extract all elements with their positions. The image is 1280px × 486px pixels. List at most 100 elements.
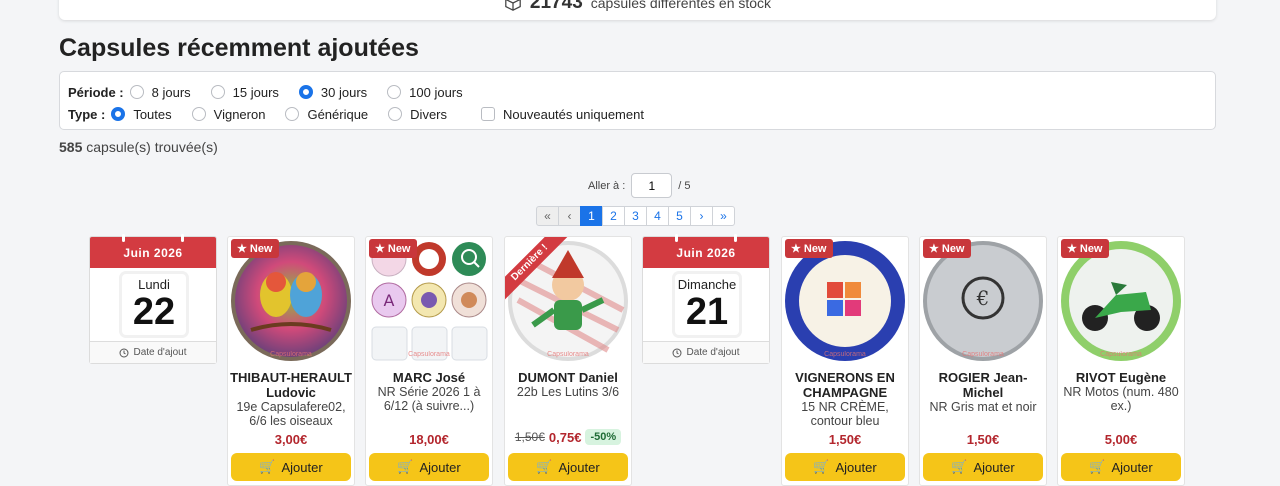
option-label: Toutes [133,106,172,122]
page-first[interactable]: « [536,206,559,226]
producer-name[interactable]: VIGNERONS EN CHAMPAGNE [784,370,906,400]
page-title: Capsules récemment ajoutées [59,34,419,62]
box-icon [505,0,521,11]
price: 1,50€ [828,432,862,447]
producer-name[interactable]: THIBAUT-HERAULT Ludovic [230,370,352,400]
radio-icon[interactable] [191,107,206,121]
clock-icon [672,348,682,357]
results-text: capsule(s) trouvée(s) [86,139,218,155]
option-label: 100 jours [409,84,463,100]
add-to-cart-button[interactable]: 🛒 Ajouter [508,453,628,481]
radio-selected-icon[interactable] [298,85,313,99]
type-option-toutes[interactable]: Toutes [111,106,172,122]
price: 1,50€ [966,432,1000,447]
badge-label: New [803,242,827,255]
checkbox-icon[interactable] [481,107,496,121]
results-count: 585 capsule(s) trouvée(s) [59,139,218,155]
nouveautes-checkbox[interactable]: Nouveautés uniquement [481,107,644,122]
zoom-icon[interactable] [454,242,486,274]
product-card[interactable]: Dernière ! Capsulorama DUMONT Daniel 22b… [504,236,632,486]
type-option-divers[interactable]: Divers [388,107,447,122]
price: 5,00€ [1104,432,1138,447]
badge-label: New [1079,242,1103,255]
capsule-description: NR Motos (num. 480 ex.) [1063,385,1179,413]
cart-icon: 🛒 [397,459,414,474]
product-card[interactable]: ★ New Capsulorama VIGNERONS EN CHAMPAGNE … [781,236,909,486]
watermark: Capsulorama [1100,351,1142,358]
cart-icon: 🛒 [536,459,553,474]
option-label: 15 jours [232,84,279,100]
new-badge: ★ New [369,239,417,258]
old-price: 1,50€ [514,430,545,444]
calendar-dayname: Lundi [138,277,170,292]
page-4[interactable]: 4 [646,206,669,226]
new-badge: ★ New [923,239,971,258]
page-prev[interactable]: ‹ [558,206,581,226]
cart-icon: 🛒 [259,459,276,474]
type-row: Type : Toutes Vigneron Générique Divers … [68,104,1207,124]
button-label: Ajouter [558,459,600,475]
product-card[interactable]: ★ New Capsulorama THIBAUT-HERAULT Ludovic… [227,236,355,486]
radio-icon[interactable] [387,85,402,99]
capsule-image[interactable]: Capsulorama [785,240,905,362]
add-to-cart-button[interactable]: 🛒 Ajouter [785,453,905,481]
product-card[interactable]: ★ New € Capsulorama ROGIER Jean-Michel NR… [919,236,1047,486]
badge-label: New [387,242,411,255]
star-icon: ★ [375,243,385,255]
option-label: Générique [307,106,369,122]
svg-text:€: € [976,286,990,310]
star-icon: ★ [929,243,939,255]
radio-icon[interactable] [129,85,144,99]
page-last[interactable]: » [712,206,735,226]
producer-name[interactable]: MARC José [368,370,490,385]
button-label: Ajouter [1111,459,1153,475]
product-card[interactable]: ★ New A Capsulorama MARC José NR Série 20… [365,236,493,486]
page-next[interactable]: › [690,206,713,226]
option-label: 30 jours [320,84,368,100]
page-3[interactable]: 3 [624,206,647,226]
radio-selected-icon[interactable] [111,107,126,121]
date-calendar: Juin 2026 Dimanche 21 Date d'ajout [642,234,770,364]
filters-panel: Période : 8 jours 15 jours 30 jours 100 … [59,71,1216,130]
radio-icon[interactable] [285,107,300,121]
pagination: « ‹ 1 2 3 4 5 › » [536,206,735,226]
producer-name[interactable]: RIVOT Eugène [1060,370,1182,385]
add-to-cart-button[interactable]: 🛒 Ajouter [231,453,351,481]
price-row: 1,50€ 0,75€ -50% [505,429,631,445]
watermark: Capsulorama [824,351,866,358]
radio-icon[interactable] [210,85,225,99]
producer-name[interactable]: DUMONT Daniel [507,370,629,385]
page-5[interactable]: 5 [668,206,691,226]
periode-option-8[interactable]: 8 jours [129,85,191,100]
calendar-footer-label: Date d'ajout [686,347,740,358]
badge-label: New [249,242,273,255]
add-to-cart-button[interactable]: 🛒 Ajouter [923,453,1043,481]
add-to-cart-button[interactable]: 🛒 Ajouter [369,453,489,481]
goto-page-input[interactable] [631,173,673,198]
goto-total: / 5 [678,179,691,192]
price: 0,75€ [548,429,582,445]
page-2[interactable]: 2 [602,206,625,226]
capsule-image[interactable]: Capsulorama [1061,240,1181,362]
calendar-footer: Date d'ajout [643,341,769,363]
checkbox-label: Nouveautés uniquement [503,106,644,122]
periode-option-15[interactable]: 15 jours [210,84,279,100]
product-card[interactable]: ★ New Capsulorama RIVOT Eugène NR Motos (… [1057,236,1185,486]
producer-name[interactable]: ROGIER Jean-Michel [922,370,1044,400]
periode-option-30[interactable]: 30 jours [298,84,368,100]
option-label: Divers [410,106,448,122]
periode-option-100[interactable]: 100 jours [387,84,463,100]
periode-label: Période : [68,84,124,100]
capsule-image[interactable]: Capsulorama [231,240,351,362]
capsule-image[interactable]: € Capsulorama [923,240,1043,362]
type-option-vigneron[interactable]: Vigneron [191,107,265,122]
page-1[interactable]: 1 [580,206,603,226]
stock-count: 21743 [529,0,583,13]
type-option-generique[interactable]: Générique [285,107,368,122]
periode-row: Période : 8 jours 15 jours 30 jours 100 … [68,82,1207,102]
watermark: Capsulorama [547,351,589,358]
cart-icon: 🛒 [1089,459,1106,474]
radio-icon[interactable] [388,107,403,121]
price: 3,00€ [274,432,308,447]
add-to-cart-button[interactable]: 🛒 Ajouter [1061,453,1181,481]
